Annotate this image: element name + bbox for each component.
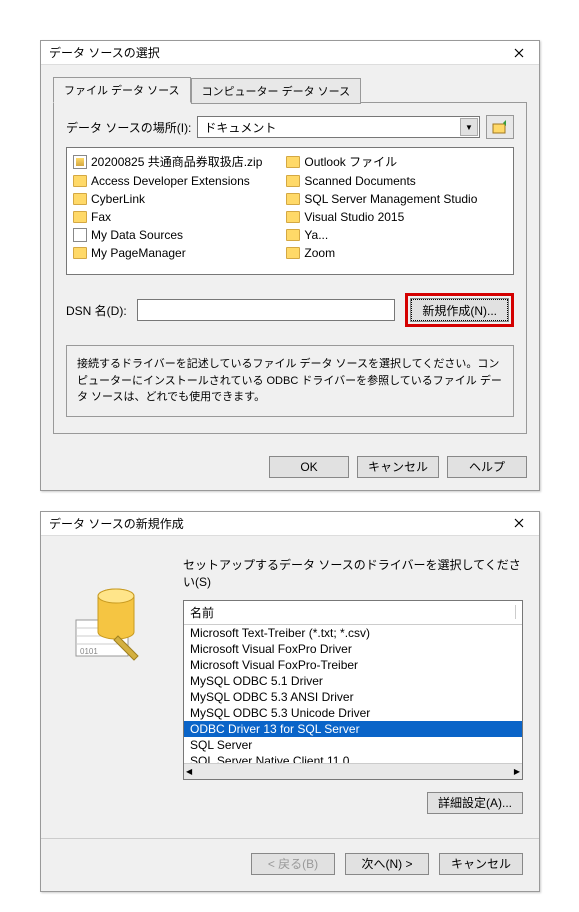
file-item[interactable]: 20200825 共通商品券取扱店.zip: [71, 152, 264, 171]
close-button[interactable]: [503, 43, 535, 63]
file-item[interactable]: Zoom: [284, 245, 479, 261]
folder-icon: [73, 175, 87, 187]
file-item[interactable]: Ya...: [284, 227, 479, 243]
file-name: Fax: [91, 210, 111, 224]
new-button-highlight: 新規作成(N)...: [405, 293, 514, 327]
select-data-source-dialog: データ ソースの選択 ファイル データ ソース コンピューター データ ソース …: [40, 40, 540, 491]
file-name: Zoom: [304, 246, 335, 260]
next-button[interactable]: 次へ(N) >: [345, 853, 429, 875]
dsn-label: DSN 名(D):: [66, 302, 127, 319]
scroll-left-icon[interactable]: ◀: [186, 767, 192, 776]
driver-list-item[interactable]: MySQL ODBC 5.1 Driver: [184, 673, 522, 689]
file-item[interactable]: CyberLink: [71, 191, 264, 207]
file-item[interactable]: Access Developer Extensions: [71, 173, 264, 189]
file-name: My Data Sources: [91, 228, 183, 242]
titlebar: データ ソースの新規作成: [41, 512, 539, 536]
horizontal-scrollbar[interactable]: ◀ ▶: [184, 763, 522, 779]
svg-text:0101: 0101: [80, 647, 98, 656]
driver-list-item[interactable]: Microsoft Text-Treiber (*.txt; *.csv): [184, 625, 522, 641]
advanced-row: 詳細設定(A)...: [183, 780, 523, 814]
tab-computer-data-source[interactable]: コンピューター データ ソース: [191, 78, 362, 104]
driver-list-items: Microsoft Text-Treiber (*.txt; *.csv)Mic…: [184, 625, 522, 763]
file-item[interactable]: Visual Studio 2015: [284, 209, 479, 225]
folder-icon: [286, 175, 300, 187]
file-item[interactable]: Outlook ファイル: [284, 152, 479, 171]
tab-strip: ファイル データ ソース コンピューター データ ソース: [53, 77, 527, 103]
up-folder-button[interactable]: [486, 115, 514, 139]
file-list[interactable]: 20200825 共通商品券取扱店.zip Access Developer Ex…: [66, 147, 514, 275]
dialog-title: データ ソースの選択: [49, 44, 160, 61]
file-item[interactable]: My Data Sources: [71, 227, 264, 243]
driver-list-item[interactable]: Microsoft Visual FoxPro-Treiber: [184, 657, 522, 673]
file-name: CyberLink: [91, 192, 145, 206]
file-name: 20200825 共通商品券取扱店.zip: [91, 153, 262, 170]
titlebar: データ ソースの選択: [41, 41, 539, 65]
wizard-buttons: < 戻る(B) 次へ(N) > キャンセル: [41, 839, 539, 891]
driver-list-item[interactable]: MySQL ODBC 5.3 Unicode Driver: [184, 705, 522, 721]
list-header-name: 名前: [190, 604, 214, 621]
cancel-button[interactable]: キャンセル: [439, 853, 523, 875]
ok-button[interactable]: OK: [269, 456, 349, 478]
file-name: Outlook ファイル: [304, 153, 397, 170]
back-button: < 戻る(B): [251, 853, 335, 875]
folder-icon: [286, 211, 300, 223]
file-name: Scanned Documents: [304, 174, 415, 188]
advanced-button[interactable]: 詳細設定(A)...: [427, 792, 523, 814]
close-icon: [514, 48, 524, 58]
zip-icon: [73, 155, 87, 169]
file-column-1: 20200825 共通商品券取扱店.zip Access Developer Ex…: [71, 152, 264, 270]
driver-listbox[interactable]: 名前 Microsoft Text-Treiber (*.txt; *.csv)…: [183, 600, 523, 780]
file-column-2: Outlook ファイル Scanned Documents SQL Server …: [284, 152, 479, 270]
folder-icon: [73, 193, 87, 205]
folder-icon: [73, 247, 87, 259]
tab-file-data-source[interactable]: ファイル データ ソース: [53, 77, 191, 103]
driver-list-item[interactable]: SQL Server Native Client 11.0: [184, 753, 522, 763]
close-icon: [514, 518, 524, 528]
file-item[interactable]: Scanned Documents: [284, 173, 479, 189]
file-name: Access Developer Extensions: [91, 174, 250, 188]
location-row: データ ソースの場所(I): ドキュメント ▼: [66, 115, 514, 139]
instruction-text: セットアップするデータ ソースのドライバーを選択してください(S): [183, 556, 523, 590]
location-value: ドキュメント: [204, 119, 276, 136]
driver-list-item[interactable]: Microsoft Visual FoxPro Driver: [184, 641, 522, 657]
dialog-title: データ ソースの新規作成: [49, 515, 184, 532]
help-button[interactable]: ヘルプ: [447, 456, 527, 478]
help-text: 接続するドライバーを記述しているファイル データ ソースを選択してください。コン…: [66, 345, 514, 417]
dialog-buttons: OK キャンセル ヘルプ: [41, 446, 539, 490]
file-item[interactable]: SQL Server Management Studio: [284, 191, 479, 207]
folder-icon: [286, 229, 300, 241]
new-button[interactable]: 新規作成(N)...: [411, 299, 508, 321]
wizard-artwork: 0101: [57, 556, 167, 814]
folder-icon: [286, 193, 300, 205]
chevron-down-icon: ▼: [460, 118, 478, 136]
location-label: データ ソースの場所(I):: [66, 119, 191, 136]
driver-list-item[interactable]: MySQL ODBC 5.3 ANSI Driver: [184, 689, 522, 705]
up-folder-icon: [492, 120, 508, 134]
file-name: My PageManager: [91, 246, 186, 260]
wizard-body: 0101 セットアップするデータ ソースのドライバーを選択してください(S) 名…: [41, 536, 539, 824]
driver-list-item[interactable]: SQL Server: [184, 737, 522, 753]
scroll-right-icon[interactable]: ▶: [514, 767, 520, 776]
folder-icon: [73, 211, 87, 223]
wizard-content: セットアップするデータ ソースのドライバーを選択してください(S) 名前 Mic…: [183, 556, 523, 814]
driver-list-item[interactable]: ODBC Driver 13 for SQL Server: [184, 721, 522, 737]
dsn-input[interactable]: [137, 299, 396, 321]
file-item[interactable]: Fax: [71, 209, 264, 225]
file-name: SQL Server Management Studio: [304, 192, 477, 206]
list-header[interactable]: 名前: [184, 601, 522, 625]
close-button[interactable]: [503, 513, 535, 533]
file-name: Ya...: [304, 228, 328, 242]
folder-icon: [286, 247, 300, 259]
column-resize-handle[interactable]: [515, 605, 516, 619]
database-icon: 0101: [72, 576, 152, 666]
create-new-data-source-dialog: データ ソースの新規作成 0101 セットアップするデータ ソースのドライバーを…: [40, 511, 540, 892]
folder-icon: [286, 156, 300, 168]
cancel-button[interactable]: キャンセル: [357, 456, 439, 478]
special-icon: [73, 228, 87, 242]
tab-panel: データ ソースの場所(I): ドキュメント ▼ 20200825 共通商品券取扱…: [53, 102, 527, 434]
file-name: Visual Studio 2015: [304, 210, 404, 224]
location-select[interactable]: ドキュメント ▼: [197, 116, 480, 138]
dsn-row: DSN 名(D): 新規作成(N)...: [66, 293, 514, 327]
file-item[interactable]: My PageManager: [71, 245, 264, 261]
